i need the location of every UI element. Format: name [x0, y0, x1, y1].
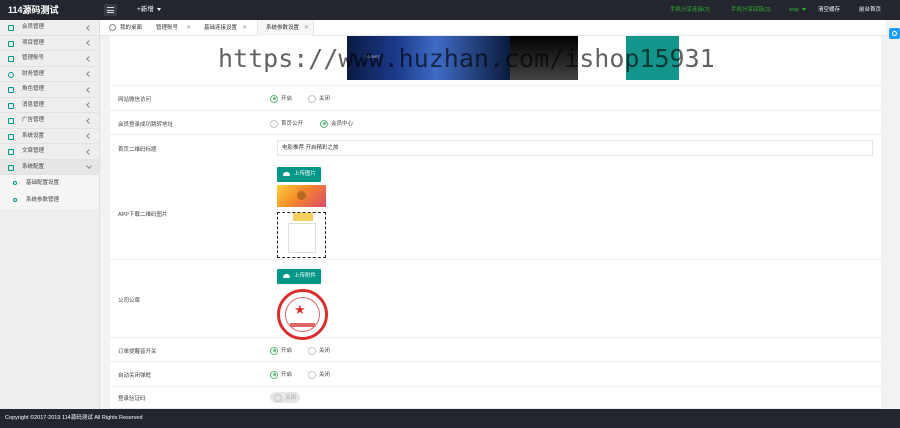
form-row-auto-close-popup: 自动关闭弹框 开启 关闭 — [110, 362, 881, 387]
account-icon — [8, 56, 14, 62]
caret-down-icon — [156, 7, 161, 11]
tab-basic-links[interactable]: 基础连接设置 ✕ — [196, 20, 251, 36]
radio-open[interactable]: 开启 — [270, 346, 292, 355]
finance-icon — [8, 71, 14, 78]
close-icon[interactable]: ✕ — [304, 20, 309, 36]
sidebar-subitem-system-params[interactable]: 系统参数管理 — [0, 192, 99, 209]
cloud-upload-icon — [283, 274, 290, 278]
sidebar-item-system-config[interactable]: 系统配置 — [0, 159, 99, 175]
form-row-login-redirect: 会员登录成功跳转地址 首页公开 会员中心 — [110, 111, 881, 135]
chevron-left-icon — [86, 40, 92, 46]
sidebar-item-ads[interactable]: 广告管理 — [0, 113, 99, 129]
chevron-left-icon — [86, 24, 92, 31]
new-label: +新增 — [137, 6, 154, 13]
floating-settings-icon[interactable] — [889, 28, 900, 39]
sidebar-item-system-settings[interactable]: 系统设置 — [0, 129, 99, 144]
close-icon[interactable]: ✕ — [242, 20, 247, 36]
sidebar-subitem-basic-config[interactable]: 基础配置设置 — [0, 175, 99, 192]
copyright-text: Copyright ©2017-2019 114源码测试 All Rights … — [5, 415, 143, 421]
radio-member-center[interactable]: 会员中心 — [320, 119, 353, 128]
radio-home-public[interactable]: 首页公开 — [270, 119, 303, 128]
share-link-2[interactable]: 手机分享回链(3) — [731, 0, 771, 20]
radio-close[interactable]: 关闭 — [308, 346, 330, 355]
sidebar-item-messages[interactable]: 消息管理 — [0, 98, 99, 113]
article-icon — [8, 149, 14, 155]
qr-title-input[interactable]: 电影推荐 开启精彩之旅 — [277, 140, 873, 156]
main-content: 2000/07 网站微信访问 开启 关闭 会员登录成功跳转地址 首页公开 会员中… — [100, 36, 886, 409]
radio-open[interactable]: 开启 — [270, 94, 292, 103]
form-row-login-captcha: 登录验证码 关闭 — [110, 387, 881, 409]
cloud-upload-icon — [283, 172, 290, 176]
menu-toggle-icon[interactable] — [104, 4, 117, 16]
clear-cache-link[interactable]: 清空缓存 — [818, 0, 840, 20]
share-link-1[interactable]: 手机分享连接(3) — [670, 0, 710, 20]
chevron-left-icon — [86, 102, 92, 108]
form-row-order-sound: 订单提醒音开关 开启 关闭 — [110, 338, 881, 362]
form-row-wechat-access: 网站微信访问 开启 关闭 — [110, 86, 881, 111]
chevron-left-icon — [86, 117, 92, 124]
sidebar: 会员管理 项目管理 管理账号 财务管理 角色管理 消息管理 广告管理 系统设置 … — [0, 20, 100, 409]
config-icon — [8, 164, 14, 171]
tab-bar: 我的桌面 管理账号 ✕ 基础连接设置 ✕ 系统参数设置 ✕ — [100, 20, 886, 36]
radio-captcha-disabled[interactable]: 关闭 — [270, 392, 301, 403]
sidebar-item-articles[interactable]: 文章管理 — [0, 144, 99, 160]
radio-close[interactable]: 关闭 — [308, 370, 330, 379]
home-icon — [109, 24, 116, 31]
caret-down-icon — [802, 8, 807, 12]
settings-icon — [8, 133, 14, 140]
upload-image-button[interactable]: 上传图片 — [277, 167, 322, 182]
form-row-company-seal: 公司公章 上传附件 — [110, 260, 881, 338]
chevron-left-icon — [86, 55, 92, 62]
front-home-link[interactable]: 前台首页 — [859, 0, 881, 20]
shield-icon — [8, 87, 14, 93]
ad-icon — [8, 118, 14, 124]
chevron-left-icon — [86, 133, 92, 139]
project-icon — [8, 40, 14, 47]
app-qr-thumbnail-1 — [277, 185, 326, 207]
bullet-icon — [13, 198, 17, 202]
chevron-left-icon — [86, 71, 92, 77]
tab-desktop[interactable]: 我的桌面 — [100, 20, 145, 36]
chevron-left-icon — [86, 148, 92, 155]
radio-close[interactable]: 关闭 — [308, 94, 330, 103]
sidebar-item-projects[interactable]: 项目管理 — [0, 36, 99, 51]
teal-image-block — [626, 36, 679, 80]
wap-link[interactable]: wap — [789, 0, 807, 20]
tab-system-params[interactable]: 系统参数设置 ✕ — [257, 20, 314, 36]
sidebar-item-roles[interactable]: 角色管理 — [0, 82, 99, 98]
star-icon: ★ — [294, 302, 306, 317]
top-image-row: 2000/07 — [110, 36, 881, 86]
new-dropdown[interactable]: +新增 — [137, 0, 161, 20]
banner-image-dark — [510, 36, 578, 80]
chevron-left-icon — [86, 86, 92, 93]
sidebar-item-finance[interactable]: 财务管理 — [0, 67, 99, 82]
sidebar-item-accounts[interactable]: 管理账号 — [0, 51, 99, 67]
company-seal-image: ★ — [277, 289, 328, 340]
chevron-down-icon — [86, 162, 92, 169]
close-icon[interactable]: ✕ — [186, 20, 191, 36]
bullet-icon — [13, 181, 17, 185]
settings-panel: 2000/07 网站微信访问 开启 关闭 会员登录成功跳转地址 首页公开 会员中… — [110, 36, 881, 409]
tab-admin-accounts[interactable]: 管理账号 ✕ — [148, 20, 195, 36]
radio-open[interactable]: 开启 — [270, 370, 292, 379]
form-row-qr-title-app: 首页二维码标题 电影推荐 开启精彩之旅 APP下载二维码图片 上传图片 — [110, 135, 881, 260]
app-qr-thumbnail-2 — [277, 212, 326, 258]
brand-title: 114源码测试 — [8, 5, 59, 15]
message-icon — [8, 102, 14, 109]
top-header: 114源码测试 +新增 手机分享连接(3) 手机分享回链(3) wap 清空缓存… — [0, 0, 900, 20]
sidebar-item-members[interactable]: 会员管理 — [0, 20, 99, 36]
banner-image: 2000/07 — [347, 36, 510, 80]
upload-attachment-button[interactable]: 上传附件 — [277, 269, 322, 284]
user-icon — [8, 25, 14, 31]
footer: Copyright ©2017-2019 114源码测试 All Rights … — [0, 409, 900, 428]
